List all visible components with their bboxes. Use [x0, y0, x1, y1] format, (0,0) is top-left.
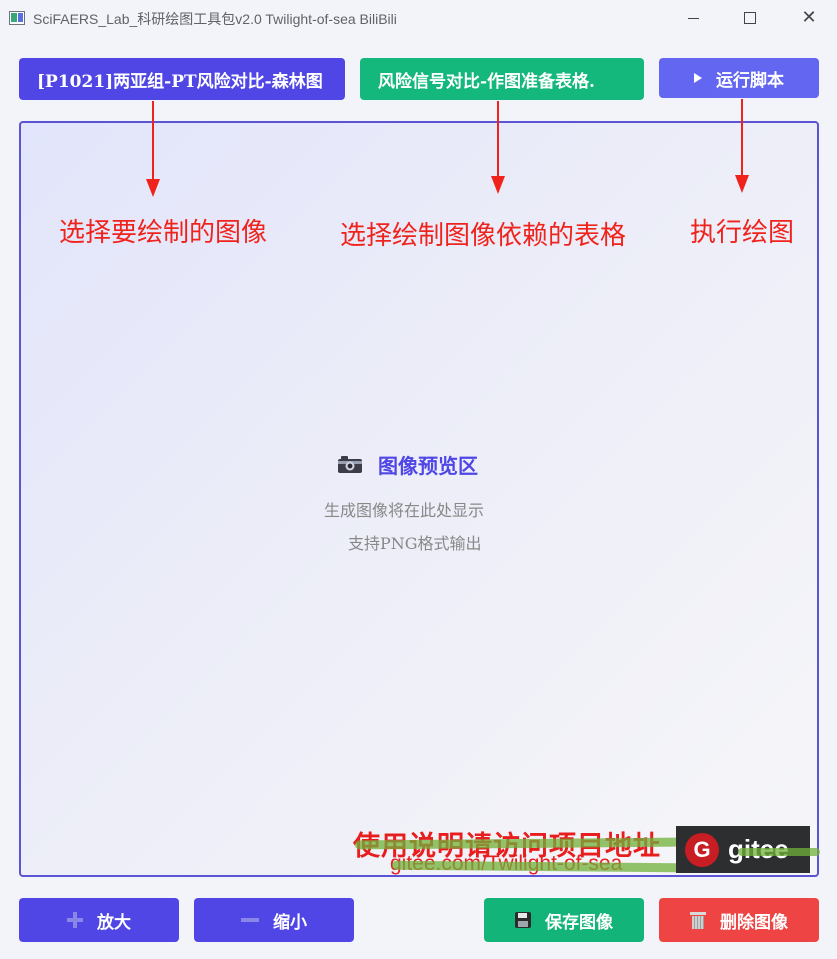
highlight-stroke [738, 848, 820, 856]
save-image-label: 保存图像 [545, 912, 613, 933]
close-button[interactable]: ✕ [786, 0, 832, 36]
minimize-button[interactable] [670, 0, 716, 36]
annotation-select-table: 选择绘制图像依赖的表格 [340, 221, 627, 251]
delete-image-button[interactable]: 删除图像 [659, 898, 819, 942]
floppy-disk-icon [515, 912, 531, 928]
minimize-icon [687, 17, 699, 19]
zoom-out-button[interactable]: 缩小 [194, 898, 354, 942]
app-icon [9, 11, 25, 25]
trash-icon [690, 911, 706, 929]
plus-icon [67, 912, 83, 928]
run-script-button[interactable]: 运行脚本 [659, 58, 819, 98]
preview-hint-line-2: 支持PNG格式输出 [348, 534, 482, 553]
annotation-run-plot: 执行绘图 [690, 218, 795, 248]
table-select-dropdown[interactable]: 风险信号对比-作图准备表格. [360, 58, 644, 100]
arrow-down-icon [735, 99, 749, 193]
window-title: SciFAERS_Lab_科研绘图工具包v2.0 Twilight-of-sea… [33, 11, 397, 27]
delete-image-label: 删除图像 [720, 912, 788, 933]
annotation-select-image: 选择要绘制的图像 [59, 218, 268, 248]
arrow-down-icon [146, 101, 160, 197]
camera-icon [338, 456, 362, 473]
zoom-in-label: 放大 [97, 912, 131, 933]
maximize-icon [744, 12, 756, 24]
arrow-down-icon [491, 101, 505, 194]
preview-title: 图像预览区 [378, 454, 478, 478]
title-bar: SciFAERS_Lab_科研绘图工具包v2.0 Twilight-of-sea… [0, 0, 837, 36]
zoom-in-button[interactable]: 放大 [19, 898, 179, 942]
zoom-out-label: 缩小 [273, 912, 307, 933]
gitee-icon: G [685, 832, 719, 867]
preview-hint-line-1: 生成图像将在此处显示 [324, 501, 485, 520]
table-select-label: 风险信号对比-作图准备表格. [378, 71, 595, 92]
preview-heading: 图像预览区 [338, 450, 478, 479]
play-icon [694, 73, 702, 83]
maximize-button[interactable] [727, 0, 773, 36]
minus-icon [241, 918, 259, 922]
close-icon: ✕ [801, 7, 817, 28]
image-select-dropdown[interactable]: [P1021]两亚组-PT风险对比-森林图 [19, 58, 345, 100]
image-select-label: [P1021]两亚组-PT风险对比-森林图 [37, 71, 323, 92]
run-script-label: 运行脚本 [716, 70, 784, 91]
save-image-button[interactable]: 保存图像 [484, 898, 644, 942]
